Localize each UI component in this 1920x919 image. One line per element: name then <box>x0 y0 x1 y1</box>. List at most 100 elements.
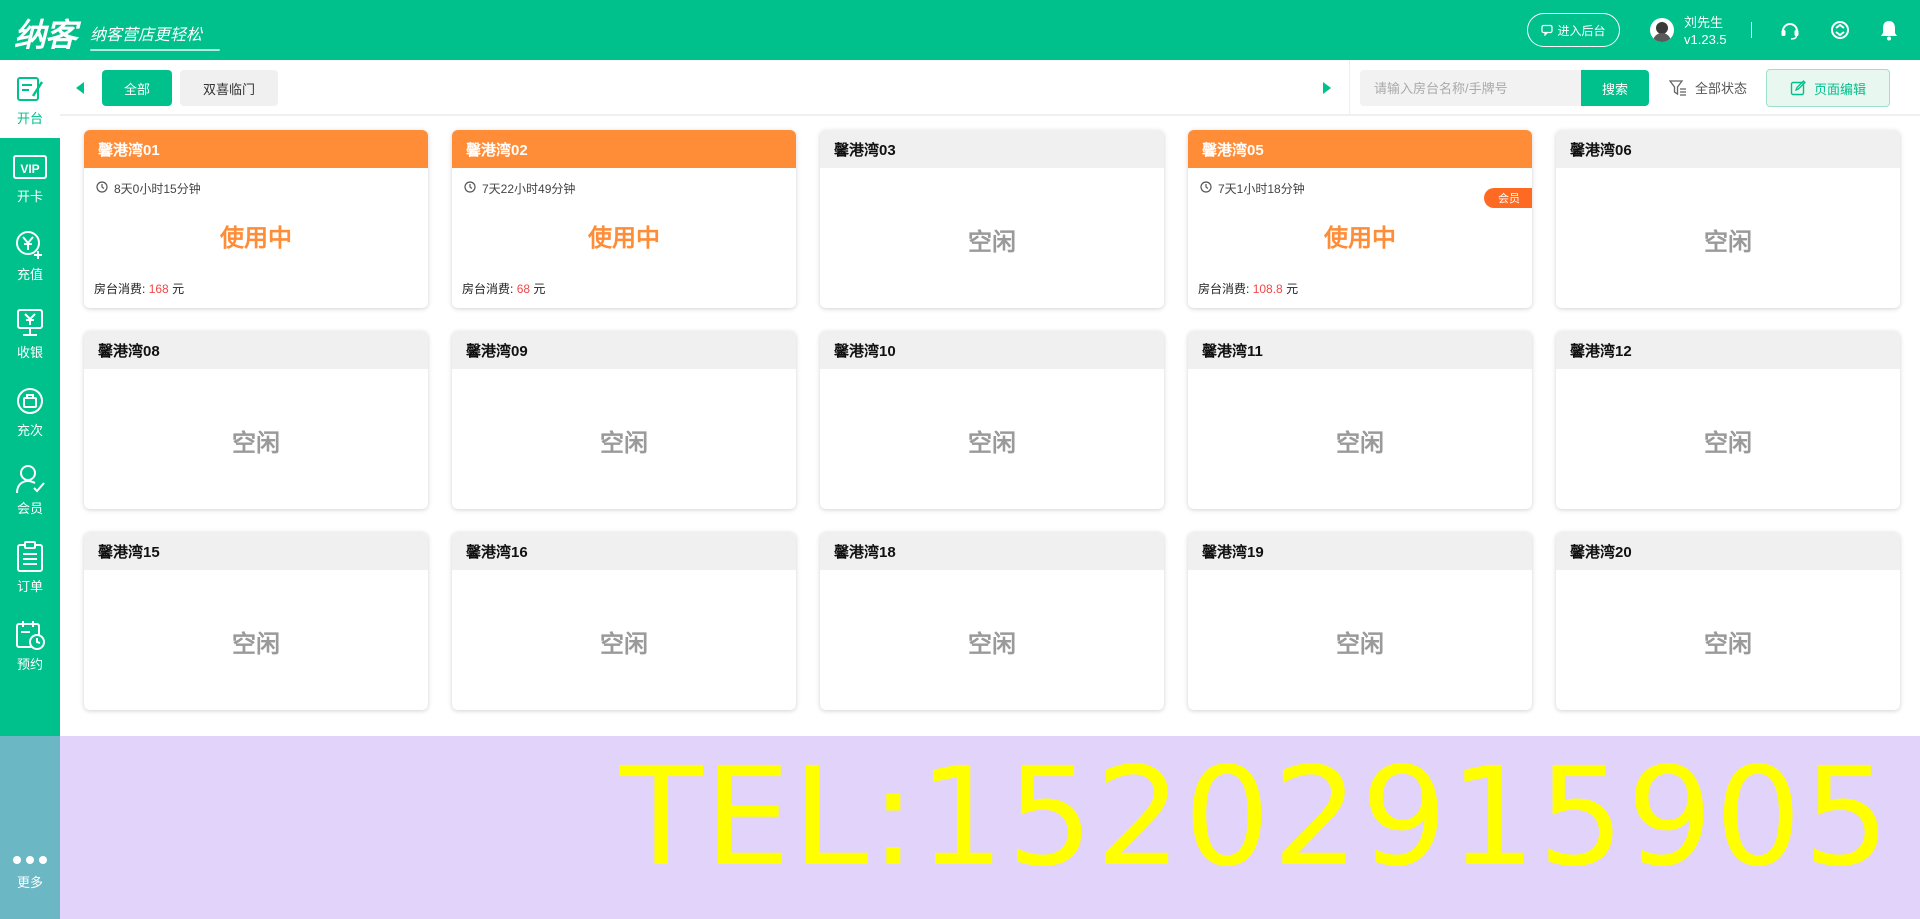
scroll-right-arrow-icon[interactable] <box>1323 82 1331 94</box>
sidebar-item-cashier[interactable]: 收银 <box>0 294 60 372</box>
chat-icon <box>1541 24 1554 36</box>
room-fee-value: 168 <box>148 282 169 296</box>
room-status: 使用中 <box>220 225 292 252</box>
room-status: 空闲 <box>600 430 648 457</box>
page-edit-button[interactable]: 页面编辑 <box>1766 69 1890 107</box>
room-name: 馨港湾19 <box>1188 532 1532 570</box>
room-card[interactable]: 馨港湾06 空闲 <box>1556 130 1900 308</box>
room-card[interactable]: 馨港湾10 空闲 <box>820 331 1164 509</box>
room-status: 空闲 <box>968 229 1016 256</box>
room-card[interactable]: 馨港湾15 空闲 <box>84 532 428 710</box>
room-card[interactable]: 馨港湾01 8天0小时15分钟 使用中 房台消费: 168 元 <box>84 130 428 308</box>
room-status: 空闲 <box>1704 430 1752 457</box>
sidebar-item-member[interactable]: 会员 <box>0 450 60 528</box>
scroll-left-arrow-icon[interactable] <box>76 82 84 94</box>
room-name: 馨港湾03 <box>820 130 1164 168</box>
status-filter[interactable]: 全部状态 <box>1669 78 1747 97</box>
reservation-icon <box>13 618 47 652</box>
header-divider <box>1751 22 1752 38</box>
room-name: 馨港湾06 <box>1556 130 1900 168</box>
room-status: 空闲 <box>600 631 648 658</box>
room-grid-area: 馨港湾01 8天0小时15分钟 使用中 房台消费: 168 元 馨港湾02 7天22小时4… <box>60 118 1920 736</box>
room-card[interactable]: 馨港湾19 空闲 <box>1188 532 1532 710</box>
room-card[interactable]: 馨港湾09 空闲 <box>452 331 796 509</box>
room-status: 空闲 <box>968 631 1016 658</box>
room-duration: 7天1小时18分钟 <box>1200 180 1305 197</box>
room-name: 馨港湾16 <box>452 532 796 570</box>
customer-service-icon[interactable] <box>1778 18 1802 42</box>
top-header: 纳客 纳客营店更轻松 进入后台 刘先生 v1.23.5 <box>0 0 1920 60</box>
search-button[interactable]: 搜索 <box>1581 70 1649 106</box>
room-status: 空闲 <box>968 430 1016 457</box>
room-card[interactable]: 馨港湾05 7天1小时18分钟 会员 使用中 房台消费: 108.8 元 <box>1188 130 1532 308</box>
toolbar: 全部 双喜临门 搜索 全部状态 页面编辑 <box>60 60 1920 116</box>
sidebar-item-order[interactable]: 订单 <box>0 528 60 606</box>
room-card[interactable]: 馨港湾18 空闲 <box>820 532 1164 710</box>
room-card[interactable]: 馨港湾20 空闲 <box>1556 532 1900 710</box>
room-name: 馨港湾02 <box>452 130 796 168</box>
room-name: 馨港湾12 <box>1556 331 1900 369</box>
tab-all[interactable]: 全部 <box>102 70 172 106</box>
room-fee-unit: 元 <box>172 282 185 296</box>
user-name: 刘先生 <box>1684 15 1724 30</box>
sidebar-item-recharge[interactable]: 充值 <box>0 216 60 294</box>
logo-text: 纳客 <box>14 17 77 53</box>
room-card[interactable]: 馨港湾02 7天22小时49分钟使用中房台消费: 68 元 <box>452 130 796 308</box>
search-input[interactable] <box>1360 70 1581 106</box>
room-status: 使用中 <box>1324 225 1396 252</box>
room-card[interactable]: 馨港湾03 空闲 <box>820 130 1164 308</box>
room-fee: 房台消费: 168 元 <box>94 280 184 297</box>
edit-icon <box>1790 80 1806 96</box>
room-name: 馨港湾15 <box>84 532 428 570</box>
sidebar-item-reservation[interactable]: 预约 <box>0 606 60 684</box>
room-card[interactable]: 馨港湾12 空闲 <box>1556 331 1900 509</box>
room-fee-label: 房台消费: <box>462 282 514 296</box>
member-icon <box>13 462 47 496</box>
room-card[interactable]: 馨港湾16 空闲 <box>452 532 796 710</box>
contact-phone-text: TEL:15202915905 <box>619 739 1892 897</box>
sidebar-item-recharge-count[interactable]: 充次 <box>0 372 60 450</box>
logo-slogan: 纳客营店更轻松 <box>90 21 221 51</box>
room-fee-unit: 元 <box>533 282 546 296</box>
clock-icon <box>464 181 476 196</box>
clock-icon <box>96 181 108 196</box>
recharge-count-icon <box>13 384 47 418</box>
room-duration-text: 7天1小时18分钟 <box>1218 182 1305 196</box>
enter-backend-button[interactable]: 进入后台 <box>1527 13 1620 47</box>
room-name: 馨港湾20 <box>1556 532 1900 570</box>
sidebar-item-open-table[interactable]: 开台 <box>0 60 60 138</box>
sidebar-item-more[interactable]: 更多 <box>0 856 60 906</box>
room-fee-value: 68 <box>516 282 531 296</box>
logo: 纳客 纳客营店更轻松 <box>14 10 221 56</box>
avatar[interactable] <box>1650 18 1674 42</box>
room-duration: 8天0小时15分钟 <box>96 180 201 197</box>
room-status: 空闲 <box>232 430 280 457</box>
room-fee-label: 房台消费: <box>94 282 146 296</box>
room-card[interactable]: 馨港湾11 空闲 <box>1188 331 1532 509</box>
room-duration-text: 8天0小时15分钟 <box>114 182 201 196</box>
tab-shuangxi[interactable]: 双喜临门 <box>180 70 278 106</box>
room-name: 馨港湾09 <box>452 331 796 369</box>
app-version: v1.23.5 <box>1684 32 1727 47</box>
refresh-icon[interactable] <box>1828 18 1852 42</box>
sidebar-item-label: 开台 <box>16 110 43 126</box>
room-fee-unit: 元 <box>1286 282 1299 296</box>
svg-text:VIP: VIP <box>20 162 39 176</box>
bell-icon[interactable] <box>1877 18 1901 42</box>
sidebar-item-label: 充值 <box>16 266 43 282</box>
room-status: 空闲 <box>1704 631 1752 658</box>
room-status: 使用中 <box>588 225 660 252</box>
vip-card-icon: VIP <box>13 150 47 184</box>
sidebar-item-label: 订单 <box>16 578 43 594</box>
sidebar-item-label: 会员 <box>16 500 43 516</box>
cashier-icon <box>13 306 47 340</box>
open-table-icon <box>13 72 47 106</box>
contact-banner: TEL:15202915905 <box>60 736 1920 919</box>
room-fee-label: 房台消费: <box>1198 282 1250 296</box>
room-name: 馨港湾10 <box>820 331 1164 369</box>
order-icon <box>13 540 47 574</box>
room-card[interactable]: 馨港湾08 空闲 <box>84 331 428 509</box>
sidebar-item-open-card[interactable]: VIP 开卡 <box>0 138 60 216</box>
room-duration-text: 7天22小时49分钟 <box>482 182 576 196</box>
sidebar-item-label: 收银 <box>16 344 43 360</box>
